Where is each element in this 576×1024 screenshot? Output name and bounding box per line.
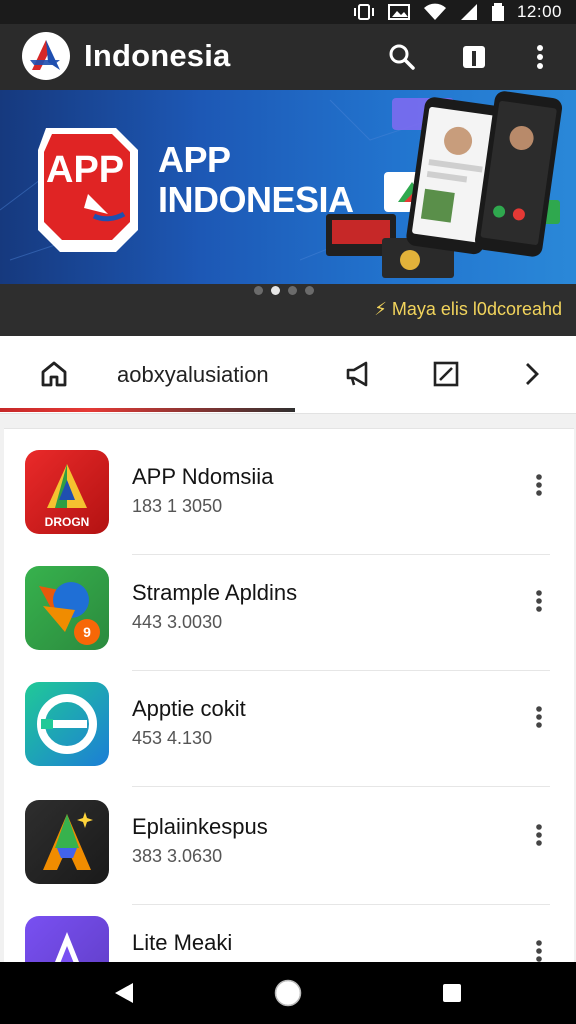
vibrate-icon — [353, 4, 374, 20]
divider — [132, 554, 550, 555]
tab-indicator — [0, 408, 295, 412]
list-item[interactable]: 9 Strample Apldins 443 3.0030 — [0, 566, 576, 682]
more-vert-icon — [536, 940, 542, 962]
banner-title-line1: APP — [158, 139, 231, 180]
status-time: 12:00 — [516, 2, 562, 21]
megaphone-icon — [346, 361, 368, 387]
more-vert-icon — [536, 706, 542, 728]
home-circle-icon — [274, 979, 302, 1007]
banner-title-line2: INDONESIA — [158, 179, 354, 220]
edit-box-icon — [433, 361, 459, 387]
app-purple-icon — [25, 916, 109, 962]
app-name: Strample Apldins — [132, 580, 298, 605]
tab-active-label[interactable]: aobxyalusiation — [117, 362, 269, 388]
app-name: Eplaiinkespus — [132, 814, 268, 839]
app-meta: 383 3.0630 — [132, 846, 223, 866]
app-dark-icon — [25, 800, 109, 884]
app-more-button[interactable] — [524, 470, 554, 500]
app-more-button[interactable] — [524, 586, 554, 616]
carousel-dot[interactable] — [305, 286, 314, 295]
more-vert-icon — [537, 45, 543, 69]
divider — [132, 786, 550, 787]
more-vert-icon — [536, 824, 542, 846]
banner-footer: ⚡ Maya elis l0dcoreahd — [0, 284, 576, 336]
list-item[interactable]: Eplaiinkespus 383 3.0630 — [0, 800, 576, 916]
app-icon-badge: 9 — [83, 624, 91, 640]
tab-next[interactable] — [514, 356, 550, 392]
tab-edit[interactable] — [428, 356, 464, 392]
image-icon — [387, 4, 410, 20]
tab-announcements[interactable] — [340, 356, 376, 392]
back-button[interactable] — [106, 975, 142, 1011]
overflow-menu-button[interactable] — [522, 39, 558, 75]
more-vert-icon — [536, 474, 542, 496]
app-meta: 443 3.0030 — [132, 612, 223, 632]
app-logo — [22, 32, 70, 80]
app-green-icon: 9 — [25, 566, 109, 650]
banner-caption: ⚡ Maya elis l0dcoreahd — [374, 299, 562, 319]
carousel-dot[interactable] — [288, 286, 297, 295]
system-nav-bar — [0, 962, 576, 1024]
promo-banner[interactable]: APP APP INDONESIA — [0, 90, 576, 284]
banner-title: APP INDONESIA — [158, 140, 354, 220]
recents-icon — [443, 984, 461, 1002]
back-icon — [115, 983, 133, 1003]
list-item[interactable]: Lite Meaki — [0, 916, 576, 962]
list-item[interactable]: Apptie cokit 453 4.130 — [0, 682, 576, 798]
app-name: Lite Meaki — [132, 930, 233, 955]
carousel-indicator — [254, 286, 314, 295]
carousel-dot[interactable] — [254, 286, 263, 295]
svg-text:APP: APP — [46, 149, 124, 191]
app-name: Apptie cokit — [132, 696, 246, 721]
home-button[interactable] — [270, 975, 306, 1011]
search-icon — [389, 44, 415, 70]
page-title: Indonesia — [84, 38, 231, 73]
home-icon — [41, 361, 67, 387]
carousel-dot-active[interactable] — [271, 286, 280, 295]
tab-home[interactable] — [36, 356, 72, 392]
recents-button[interactable] — [434, 975, 470, 1011]
battery-icon — [491, 3, 504, 21]
status-icons: 12:00 — [353, 0, 562, 24]
app-meta: 453 4.130 — [132, 728, 213, 748]
divider — [132, 670, 550, 671]
search-button[interactable] — [384, 39, 420, 75]
list-item[interactable]: DROGN APP Ndomsiia 183 1 3050 — [0, 450, 576, 566]
app-teal-icon — [25, 682, 109, 766]
app-bar: Indonesia — [0, 24, 576, 90]
more-vert-icon — [536, 590, 542, 612]
app-meta: 183 1 3050 — [132, 496, 223, 516]
app-more-button[interactable] — [524, 820, 554, 850]
status-bar: 12:00 — [0, 0, 576, 24]
app-more-button[interactable] — [524, 936, 554, 962]
wifi-icon — [423, 3, 446, 20]
chevron-right-icon — [526, 363, 539, 385]
app-more-button[interactable] — [524, 702, 554, 732]
app-icon-badge: DROGN — [45, 515, 90, 529]
app-name: APP Ndomsiia — [132, 464, 274, 489]
signal-icon — [460, 4, 477, 20]
bookmark-button[interactable] — [456, 39, 492, 75]
tab-bar: aobxyalusiation — [0, 336, 576, 414]
bookmark-icon — [463, 46, 485, 68]
app-red-icon: DROGN — [25, 450, 109, 534]
divider — [132, 904, 550, 905]
